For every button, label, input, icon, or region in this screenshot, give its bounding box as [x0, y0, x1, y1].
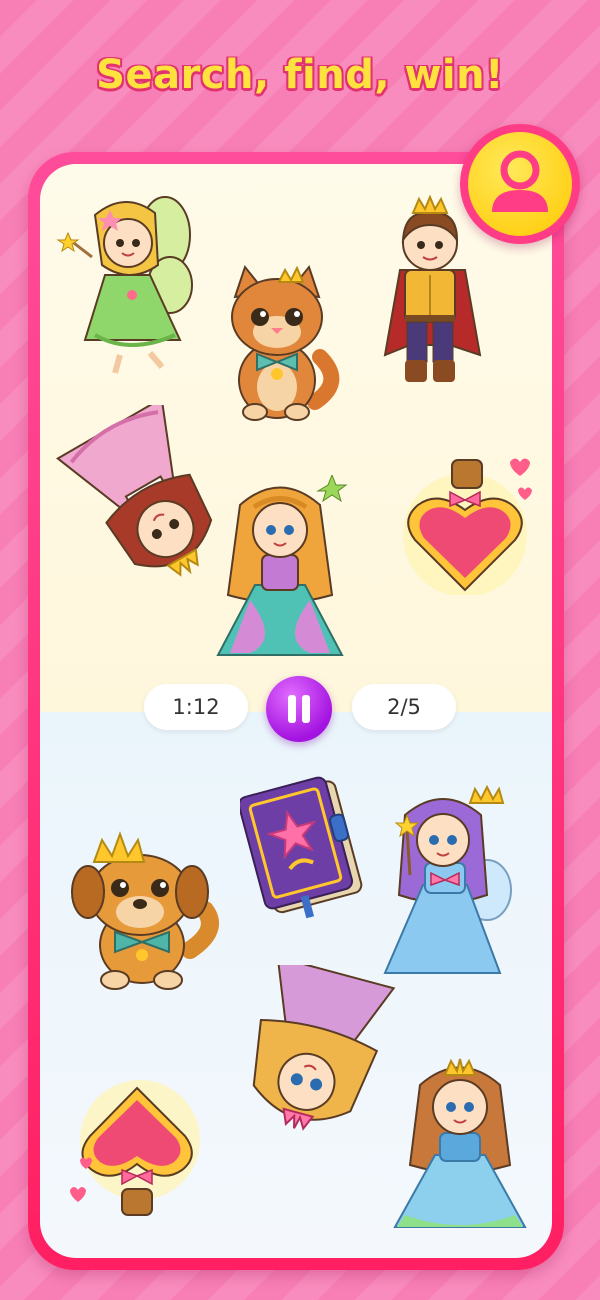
profile-button-face	[468, 132, 572, 236]
user-icon	[492, 150, 548, 212]
pause-button[interactable]	[266, 676, 332, 742]
page-title: Search, find, win!	[96, 52, 504, 98]
timer-display: 1:12	[144, 684, 248, 730]
profile-button[interactable]	[460, 124, 580, 244]
spell-book-sprite[interactable]	[240, 770, 365, 925]
timer-text: 1:12	[172, 695, 220, 719]
puppy-sprite[interactable]	[60, 820, 225, 995]
fairy-princess-sprite[interactable]	[375, 785, 515, 980]
love-potion-bottom-sprite[interactable]	[60, 1080, 210, 1220]
kitten-sprite[interactable]	[215, 262, 340, 427]
princess-sprite[interactable]	[210, 475, 350, 665]
found-counter: 2/5	[352, 684, 456, 730]
princess-bottom-sprite[interactable]	[385, 1055, 535, 1235]
fairy-sprite[interactable]	[50, 185, 200, 380]
love-potion-sprite[interactable]	[400, 450, 540, 595]
found-counter-text: 2/5	[387, 695, 421, 719]
upside-down-princess-bottom-sprite[interactable]	[230, 965, 400, 1135]
